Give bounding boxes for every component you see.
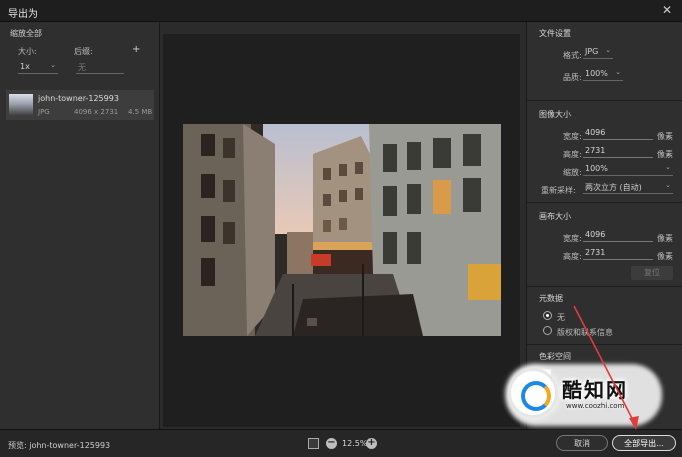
chevron-down-icon: ⌄	[605, 46, 611, 54]
suffix-placeholder: 无	[78, 63, 86, 72]
color-space-title: 色彩空间	[539, 352, 571, 361]
zoom-level: 12.5%	[342, 439, 368, 448]
format-label: 格式:	[563, 51, 582, 60]
left-panel: 缩放全部 大小: 后缀: + 1x ⌄ 无 john-towner-125993…	[0, 22, 160, 429]
metadata-none-label: 无	[557, 313, 565, 322]
canvas-height-field[interactable]: 2731	[583, 248, 653, 260]
image-height-value: 2731	[585, 146, 606, 155]
chevron-down-icon: ⌄	[50, 61, 56, 69]
file-settings-title: 文件设置	[539, 29, 571, 38]
size-label: 大小:	[18, 47, 37, 56]
watermark-logo-ring	[521, 381, 551, 411]
image-height-unit: 像素	[657, 150, 673, 159]
scale-label: 缩放:	[563, 168, 582, 177]
format-value: JPG	[585, 47, 599, 56]
chevron-down-icon: ⌄	[665, 181, 671, 189]
fit-screen-icon[interactable]	[308, 438, 319, 449]
file-dimensions: 4096 x 2731	[74, 108, 119, 116]
image-width-label: 宽度:	[563, 132, 582, 141]
format-select[interactable]: JPG ⌄	[583, 46, 613, 59]
metadata-title: 元数据	[539, 294, 563, 303]
resample-value: 两次立方 (自动)	[585, 183, 642, 192]
preview-area	[161, 22, 525, 429]
quality-value: 100%	[585, 69, 608, 78]
scale-value: 100%	[585, 164, 608, 173]
close-icon[interactable]: ✕	[660, 3, 674, 17]
add-scale-icon[interactable]: +	[132, 44, 140, 55]
file-size: 4.5 MB	[128, 108, 153, 116]
suffix-label: 后缀:	[74, 47, 93, 56]
preview-image	[183, 124, 501, 336]
zoom-in-icon[interactable]: +	[366, 438, 377, 449]
quality-label: 品质:	[563, 73, 582, 82]
canvas-width-value: 4096	[585, 230, 606, 239]
canvas-height-label: 高度:	[563, 252, 582, 261]
preview-canvas	[163, 34, 520, 427]
canvas-height-value: 2731	[585, 248, 606, 257]
canvas-width-field[interactable]: 4096	[583, 230, 653, 242]
image-width-value: 4096	[585, 128, 606, 137]
preview-filename: 预览: john-towner-125993	[8, 441, 111, 450]
cancel-button[interactable]: 取消	[556, 435, 608, 451]
size-select-value: 1x	[20, 62, 30, 71]
canvas-size-section: 画布大小 宽度: 4096 像素 高度: 2731 像素 复位	[527, 202, 682, 284]
metadata-copyright-label: 版权和联系信息	[557, 328, 613, 337]
watermark-brand: 酷知网	[562, 378, 628, 402]
watermark: 酷知网 www.coozhi.com	[506, 364, 662, 434]
canvas-width-unit: 像素	[657, 234, 673, 243]
title-bar: 导出为 ✕	[0, 0, 682, 22]
resample-select[interactable]: 两次立方 (自动) ⌄	[583, 181, 673, 194]
metadata-section: 元数据 无 版权和联系信息	[527, 286, 682, 342]
quality-select[interactable]: 100% ⌄	[583, 68, 623, 81]
image-height-label: 高度:	[563, 150, 582, 159]
suffix-input[interactable]: 无	[76, 62, 124, 74]
canvas-width-label: 宽度:	[563, 234, 582, 243]
dialog-title: 导出为	[8, 9, 38, 20]
watermark-logo-icon	[508, 368, 558, 418]
street-photo	[183, 124, 501, 336]
size-select[interactable]: 1x ⌄	[18, 61, 58, 74]
scale-all-title: 缩放全部	[10, 29, 42, 38]
metadata-copyright-radio[interactable]	[543, 326, 552, 335]
chevron-down-icon: ⌄	[665, 163, 671, 171]
file-type: JPG	[38, 108, 50, 116]
canvas-height-unit: 像素	[657, 252, 673, 261]
image-width-field[interactable]: 4096	[583, 128, 653, 140]
resample-label: 重新采样:	[541, 186, 576, 195]
file-name: john-towner-125993	[38, 94, 119, 103]
reset-button[interactable]: 复位	[631, 266, 673, 280]
image-size-title: 图像大小	[539, 110, 571, 119]
canvas-size-title: 画布大小	[539, 212, 571, 221]
metadata-none-radio[interactable]	[543, 311, 552, 320]
file-thumbnail	[9, 94, 33, 116]
export-all-button[interactable]: 全部导出...	[612, 435, 676, 451]
zoom-out-icon[interactable]: −	[326, 438, 337, 449]
image-size-section: 图像大小 宽度: 4096 像素 高度: 2731 像素 缩放: 100% ⌄ …	[527, 100, 682, 200]
watermark-url: www.coozhi.com	[566, 402, 625, 410]
chevron-down-icon: ⌄	[615, 68, 621, 76]
image-width-unit: 像素	[657, 132, 673, 141]
scale-select[interactable]: 100% ⌄	[583, 163, 673, 176]
file-list-item[interactable]: john-towner-125993 JPG 4096 x 2731 4.5 M…	[6, 90, 154, 120]
image-height-field[interactable]: 2731	[583, 146, 653, 158]
